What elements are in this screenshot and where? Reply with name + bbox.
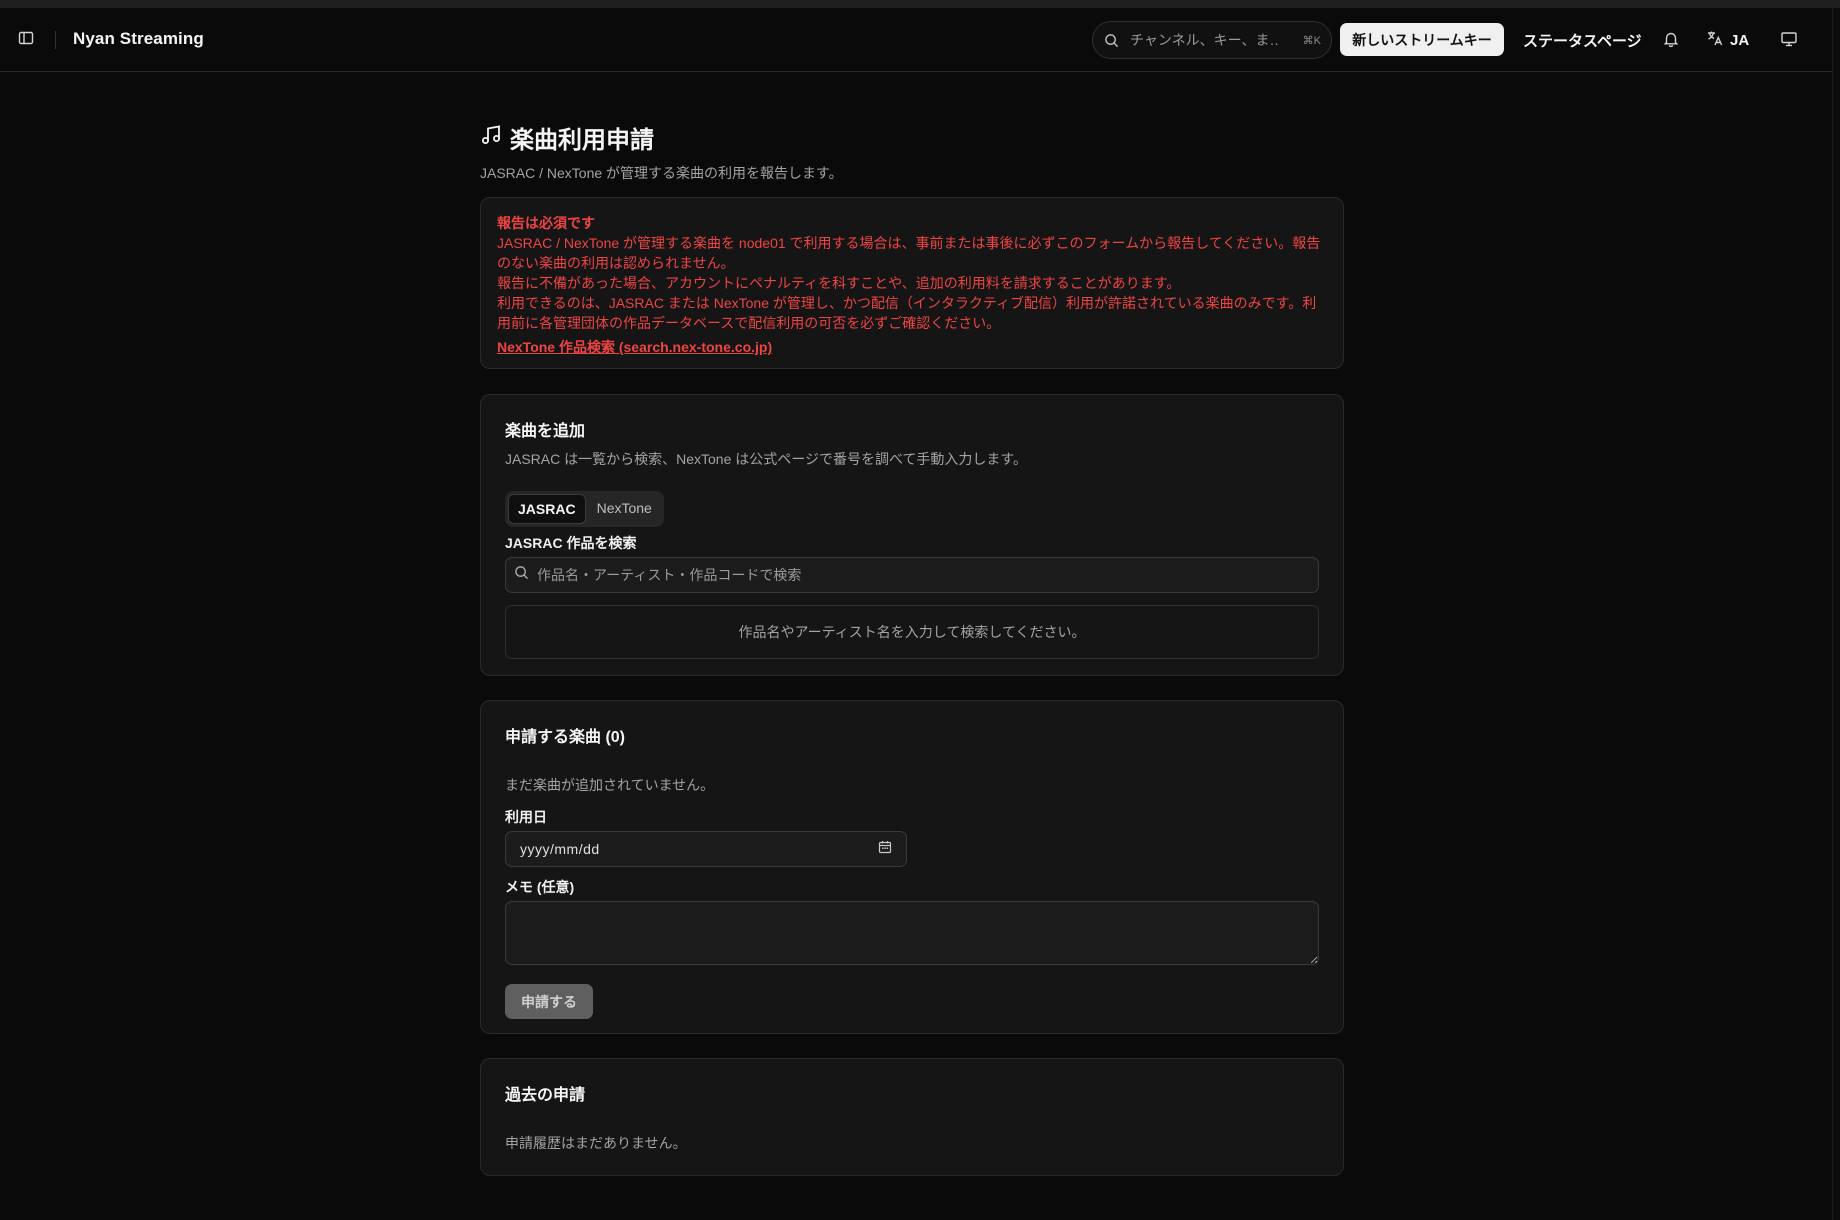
- page-header: 楽曲利用申請 JASRAC / NexTone が管理する楽曲の利用を報告します…: [480, 120, 1344, 183]
- language-code: JA: [1730, 32, 1750, 49]
- top-header: Nyan Streaming チャンネル、キー、ま… ⌘K 新しいストリームキー…: [0, 8, 1832, 72]
- scrollbar[interactable]: [1832, 8, 1840, 1220]
- page-title-row: 楽曲利用申請: [480, 120, 1344, 155]
- global-search-input[interactable]: チャンネル、キー、ま… ⌘K: [1092, 21, 1332, 59]
- notifications-button[interactable]: [1662, 30, 1682, 50]
- translate-icon: [1706, 29, 1724, 52]
- alert-title: 報告は必須です: [497, 215, 595, 231]
- new-stream-key-button[interactable]: 新しいストリームキー: [1340, 23, 1504, 56]
- usage-date-input[interactable]: yyyy/mm/dd: [505, 831, 907, 867]
- display-settings-button[interactable]: [1780, 30, 1800, 50]
- history-title: 過去の申請: [505, 1087, 586, 1104]
- window-top-strip: [0, 0, 1840, 8]
- memo-label: メモ (任意): [505, 879, 575, 895]
- application-card: 申請する楽曲 (0) まだ楽曲が追加されていません。 利用日 yyyy/mm/d…: [480, 700, 1344, 1034]
- language-switcher[interactable]: JA: [1706, 29, 1749, 52]
- app-title[interactable]: Nyan Streaming: [73, 29, 204, 49]
- monitor-icon: [1780, 32, 1798, 52]
- tab-nextone[interactable]: NexTone: [588, 494, 661, 524]
- memo-textarea[interactable]: [505, 901, 1319, 965]
- sidebar-toggle-icon: [18, 30, 34, 51]
- tab-jasrac[interactable]: JASRAC: [508, 494, 586, 524]
- global-search-placeholder: チャンネル、キー、ま…: [1130, 32, 1280, 48]
- application-title: 申請する楽曲 (0): [505, 729, 626, 746]
- music-note-icon: [480, 124, 502, 151]
- required-report-alert: 報告は必須です JASRAC / NexTone が管理する楽曲を node01…: [480, 197, 1344, 369]
- bell-icon: [1662, 32, 1680, 52]
- search-icon: [1104, 32, 1120, 48]
- alert-line: 報告に不備があった場合、アカウントにペナルティを科すことや、追加の利用料を請求す…: [497, 275, 1181, 291]
- application-empty-message: まだ楽曲が追加されていません。: [505, 777, 715, 793]
- history-card: 過去の申請 申請履歴はまだありません。: [480, 1058, 1344, 1176]
- registry-tabs: JASRAC NexTone: [505, 491, 664, 527]
- jasrac-search-label: JASRAC 作品を検索: [505, 535, 637, 551]
- status-page-link[interactable]: ステータスページ: [1523, 30, 1642, 51]
- add-song-card: 楽曲を追加 JASRAC は一覧から検索、NexTone は公式ページで番号を調…: [480, 394, 1344, 676]
- usage-date-placeholder: yyyy/mm/dd: [520, 841, 600, 857]
- page-title: 楽曲利用申請: [510, 127, 654, 154]
- calendar-icon[interactable]: [878, 840, 892, 859]
- add-song-title: 楽曲を追加: [505, 423, 586, 440]
- sidebar-toggle-button[interactable]: [16, 30, 36, 50]
- search-shortcut-hint: ⌘K: [1302, 34, 1321, 47]
- alert-line: 利用できるのは、JASRAC または NexTone が管理し、かつ配信（インタ…: [497, 295, 1317, 331]
- add-song-description: JASRAC は一覧から検索、NexTone は公式ページで番号を調べて手動入力…: [505, 451, 1028, 467]
- submit-application-button[interactable]: 申請する: [505, 984, 593, 1019]
- jasrac-search-input[interactable]: [537, 567, 1297, 583]
- history-empty-message: 申請履歴はまだありません。: [505, 1135, 687, 1151]
- page-subtitle: JASRAC / NexTone が管理する楽曲の利用を報告します。: [480, 165, 843, 181]
- header-divider: [55, 31, 56, 49]
- jasrac-search-field[interactable]: [505, 557, 1319, 593]
- alert-line: JASRAC / NexTone が管理する楽曲を node01 で利用する場合…: [497, 235, 1321, 271]
- search-icon: [514, 565, 529, 585]
- nextone-search-link[interactable]: NexTone 作品検索 (search.nex-tone.co.jp): [497, 337, 772, 357]
- usage-date-label: 利用日: [505, 809, 547, 825]
- search-empty-state: 作品名やアーティスト名を入力して検索してください。: [505, 605, 1319, 659]
